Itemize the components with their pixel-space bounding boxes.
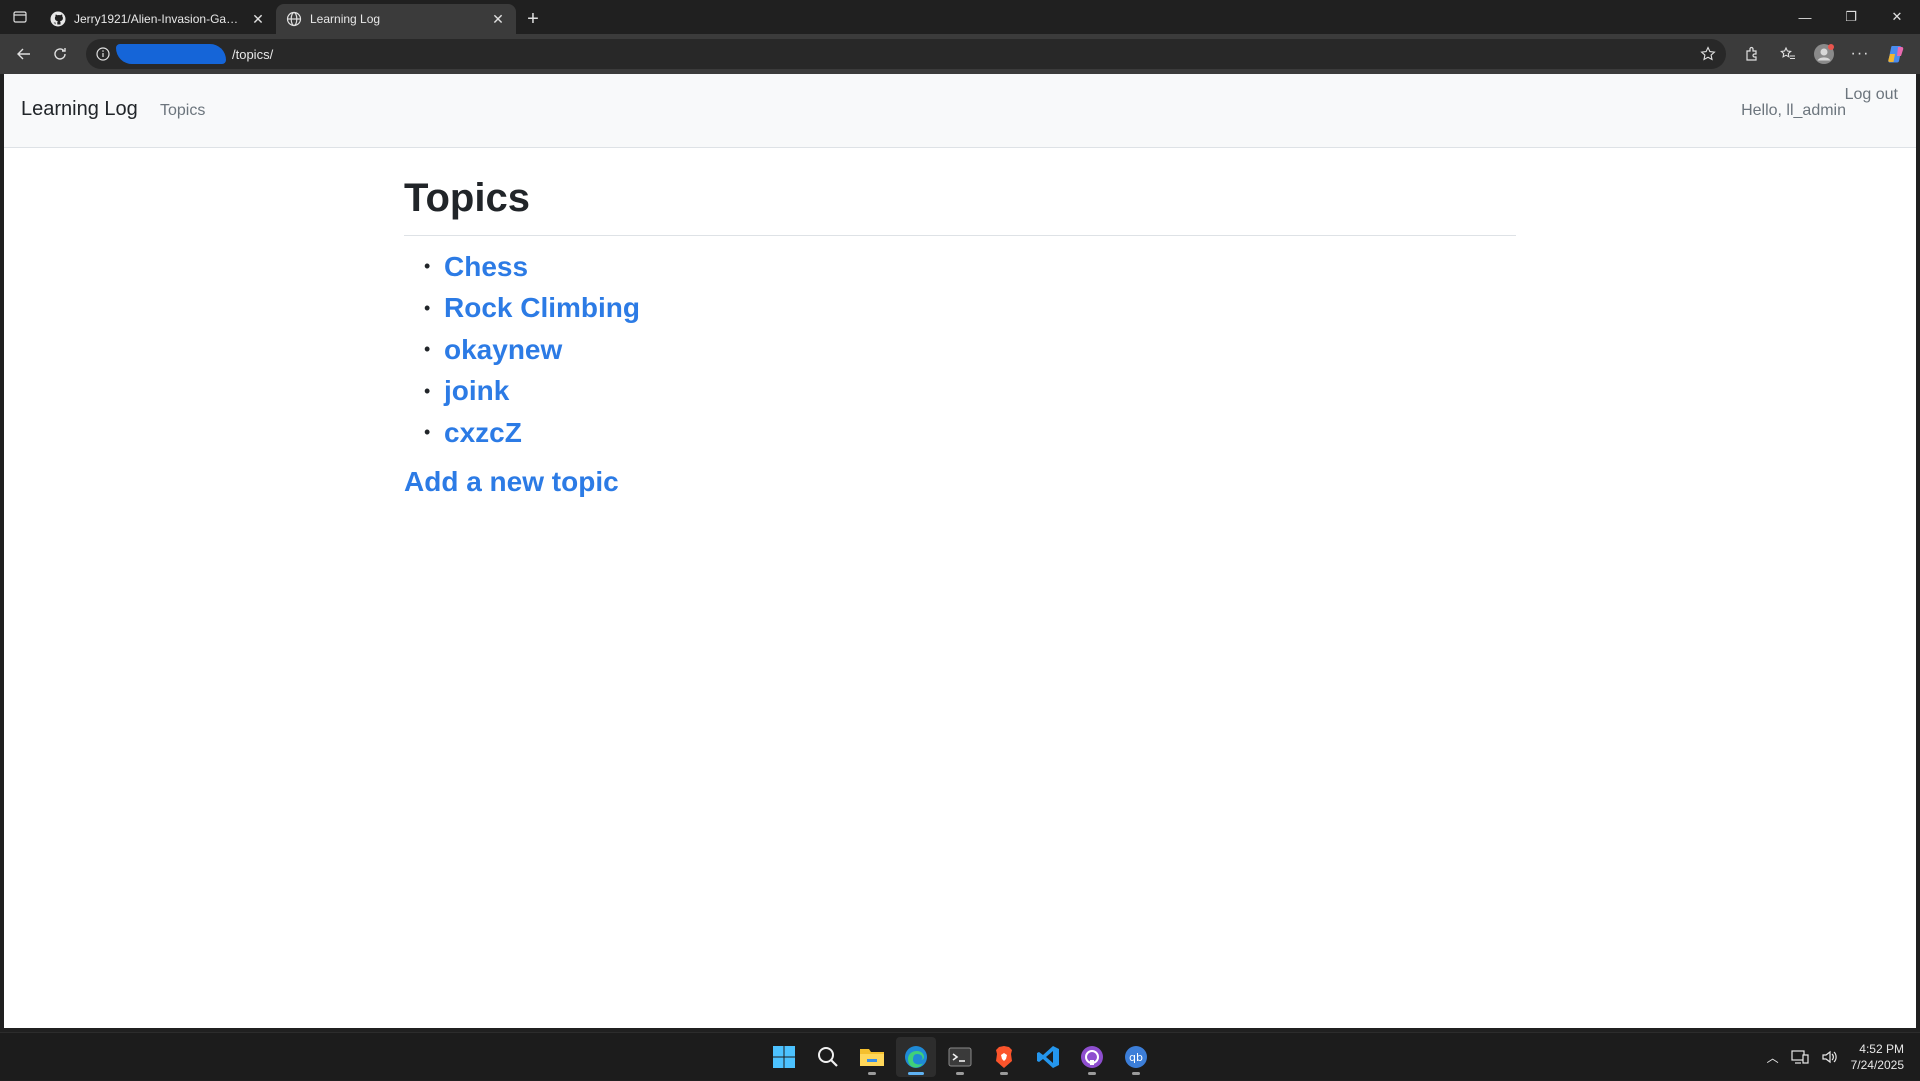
search-icon	[818, 1047, 838, 1067]
volume-icon[interactable]	[1821, 1049, 1839, 1065]
extensions-button[interactable]	[1736, 38, 1768, 70]
qbittorrent-button[interactable]: qb	[1116, 1037, 1156, 1077]
copilot-icon	[1888, 46, 1904, 63]
brave-icon	[996, 1046, 1012, 1068]
network-icon[interactable]	[1791, 1049, 1809, 1065]
edge-button[interactable]	[896, 1037, 936, 1077]
page-title: Topics	[404, 176, 530, 220]
bullet-icon: •	[424, 422, 431, 443]
qbittorrent-icon: qb	[1125, 1046, 1147, 1068]
page-viewport: Learning Log Topics Hello, ll_admin Log …	[4, 74, 1916, 1028]
avatar-icon	[1814, 44, 1834, 64]
logout-button[interactable]: Log out	[1845, 86, 1898, 104]
bullet-icon: •	[424, 297, 431, 318]
bullet-icon: •	[424, 256, 431, 277]
site-navbar: Learning Log Topics Hello, ll_admin Log …	[4, 74, 1916, 148]
running-indicator	[1132, 1072, 1140, 1075]
edge-icon	[905, 1046, 927, 1068]
browser-tabstrip: Jerry1921/Alien-Invasion-Game: A ✕ Learn…	[0, 0, 1920, 34]
brave-button[interactable]	[984, 1037, 1024, 1077]
close-window-icon[interactable]: ✕	[1874, 0, 1920, 34]
new-tab-button[interactable]: +	[516, 4, 550, 34]
list-item: • cxzcZ	[424, 412, 1516, 454]
clock-date: 7/24/2025	[1850, 1058, 1904, 1072]
running-indicator	[1088, 1072, 1096, 1075]
tab-actions-icon	[13, 11, 27, 23]
windows-taskbar: qb ︿ 4:52 PM 7/24/2025	[0, 1032, 1920, 1080]
extensions-icon	[1746, 46, 1757, 61]
vscode-icon	[1037, 1046, 1059, 1068]
list-item: • joink	[424, 371, 1516, 413]
topic-link[interactable]: okaynew	[444, 334, 562, 366]
folder-icon	[860, 1049, 884, 1066]
brand-link[interactable]: Learning Log	[21, 98, 138, 121]
more-icon: ···	[1850, 45, 1870, 62]
tray-overflow-chevron-icon[interactable]: ︿	[1767, 1049, 1779, 1066]
more-button[interactable]: ···	[1844, 38, 1876, 70]
running-indicator	[1000, 1072, 1008, 1075]
bullet-icon: •	[424, 339, 431, 360]
browser-toolbar: /topics/ ···	[0, 34, 1920, 74]
reload-icon	[54, 48, 66, 60]
topic-link[interactable]: Chess	[444, 251, 528, 283]
topic-link[interactable]: joink	[444, 375, 509, 407]
redacted-host	[116, 44, 226, 64]
system-tray: ︿ 4:52 PM 7/24/2025	[1767, 1033, 1904, 1081]
svg-text:qb: qb	[1129, 1051, 1143, 1064]
github-desktop-button[interactable]	[1072, 1037, 1112, 1077]
main-content: Topics • Chess • Rock Climbing • okaynew • j…	[404, 148, 1516, 498]
windows-start-icon	[773, 1046, 795, 1068]
favorite-star-icon[interactable]	[1700, 46, 1716, 62]
reload-button[interactable]	[44, 38, 76, 70]
minimize-icon[interactable]: —	[1782, 0, 1828, 34]
window-controls: — ❐ ✕	[1782, 0, 1920, 34]
nav-topics-link[interactable]: Topics	[160, 102, 205, 120]
topic-link[interactable]: cxzcZ	[444, 417, 522, 449]
taskbar-apps: qb	[764, 1037, 1156, 1077]
close-tab-icon[interactable]: ✕	[490, 11, 506, 27]
copilot-button[interactable]	[1880, 38, 1912, 70]
back-button[interactable]	[8, 38, 40, 70]
terminal-icon	[948, 1047, 972, 1067]
file-explorer-button[interactable]	[852, 1037, 892, 1077]
restore-icon[interactable]: ❐	[1828, 0, 1874, 34]
tab-learning-log[interactable]: Learning Log ✕	[276, 4, 516, 34]
tab-title: Jerry1921/Alien-Invasion-Game: A	[74, 12, 242, 26]
globe-icon	[286, 11, 302, 27]
start-button[interactable]	[764, 1037, 804, 1077]
page-header: Topics	[404, 176, 1516, 236]
vscode-button[interactable]	[1028, 1037, 1068, 1077]
terminal-button[interactable]	[940, 1037, 980, 1077]
running-indicator	[868, 1072, 876, 1075]
add-topic-link[interactable]: Add a new topic	[404, 466, 1516, 498]
profile-button[interactable]	[1808, 38, 1840, 70]
address-bar[interactable]: /topics/	[86, 39, 1726, 69]
tab-title: Learning Log	[310, 12, 381, 26]
back-arrow-icon	[17, 48, 30, 60]
list-item: • Chess	[424, 246, 1516, 288]
address-text: /topics/	[232, 46, 274, 62]
favorites-icon	[1780, 46, 1795, 60]
bullet-icon: •	[424, 380, 431, 401]
tab-github[interactable]: Jerry1921/Alien-Invasion-Game: A ✕	[40, 4, 276, 34]
topic-link[interactable]: Rock Climbing	[444, 292, 640, 324]
close-tab-icon[interactable]: ✕	[250, 11, 266, 27]
github-icon	[50, 11, 66, 27]
search-button[interactable]	[808, 1037, 848, 1077]
topic-list: • Chess • Rock Climbing • okaynew • joink • c…	[404, 246, 1516, 454]
tab-actions-button[interactable]	[0, 0, 40, 34]
favorites-button[interactable]	[1772, 38, 1804, 70]
running-indicator	[956, 1072, 964, 1075]
list-item: • okaynew	[424, 329, 1516, 371]
list-item: • Rock Climbing	[424, 288, 1516, 330]
clock-time: 4:52 PM	[1859, 1042, 1904, 1056]
site-info-icon[interactable]	[96, 47, 110, 61]
github-desktop-icon	[1081, 1046, 1103, 1068]
user-greeting: Hello, ll_admin	[1741, 102, 1846, 119]
clock[interactable]: 4:52 PM 7/24/2025	[1851, 1041, 1904, 1073]
running-indicator	[908, 1072, 924, 1075]
